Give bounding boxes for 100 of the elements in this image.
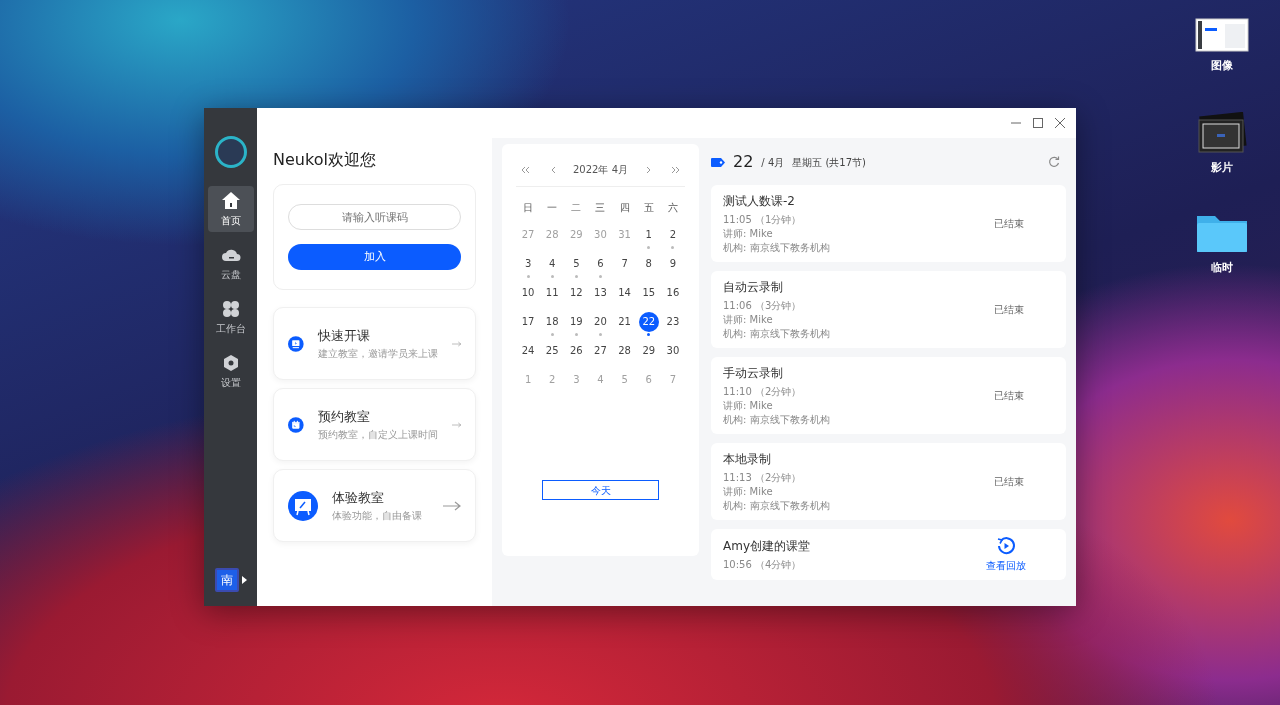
sidebar-item[interactable]: 首页 [207, 186, 254, 232]
tag-icon [711, 157, 725, 167]
action-title: 快速开课 [317, 327, 371, 346]
sidebar-item[interactable]: 云盘 [207, 240, 254, 286]
lesson-status: 已结束 [994, 217, 1024, 231]
lesson-organization: 机构: 南京线下教务机构 [723, 499, 830, 513]
lesson-teacher: 讲师: Mike [723, 485, 774, 499]
lesson-teacher: 讲师: Mike [723, 227, 774, 241]
lesson-title: Amy创建的课堂 [723, 538, 810, 555]
calendar-day[interactable]: 29 [638, 341, 659, 361]
calendar-day[interactable]: 10 [518, 283, 539, 303]
calendar-day[interactable]: 18 [542, 312, 563, 332]
desktop-icon-label[interactable]: 影片 [1211, 160, 1233, 177]
schedule-weekday-summary: 星期五 (共17节) [792, 155, 866, 170]
calendar-day[interactable]: 17 [518, 312, 539, 332]
lesson-organization: 机构: 南京线下教务机构 [723, 413, 830, 427]
lesson-status: 已结束 [994, 303, 1024, 317]
lesson-status: 已结束 [994, 389, 1024, 403]
calendar-day[interactable]: 28 [614, 341, 635, 361]
weekday-label: 日 [522, 201, 535, 215]
weekday-label: 三 [594, 201, 607, 215]
lesson-title: 手动云录制 [723, 365, 784, 382]
replay-icon [996, 536, 1016, 556]
refresh-icon[interactable] [1048, 156, 1060, 168]
welcome-title: Neukol欢迎您 [273, 150, 377, 170]
calendar-day[interactable]: 12 [566, 283, 587, 303]
calendar-day[interactable]: 13 [590, 283, 611, 303]
double-chevron-icon [671, 164, 681, 175]
calendar-day[interactable]: 2 [662, 225, 683, 245]
calendar-day[interactable]: 27 [590, 341, 611, 361]
lesson-card[interactable]: 手动云录制 11:10 （2分钟） 讲师: Mike 机构: 南京线下教务机构 已结束 [711, 357, 1066, 434]
lesson-title: 自动云录制 [723, 279, 784, 296]
lesson-status: 已结束 [994, 475, 1024, 489]
calendar-day[interactable]: 23 [662, 312, 683, 332]
calendar-day[interactable]: 9 [662, 254, 683, 274]
home-icon [220, 190, 241, 211]
close-icon[interactable] [1054, 117, 1066, 129]
lesson-time: 11:13 （2分钟） [723, 471, 803, 485]
arrow-right-icon [443, 500, 461, 511]
lesson-teacher: 讲师: Mike [723, 313, 774, 327]
action-card[interactable]: 预约教室 预约教室，自定义上课时间 [273, 388, 476, 462]
lesson-title: 本地录制 [723, 451, 772, 468]
screenshot-thumbnail-icon [1195, 18, 1249, 52]
action-card[interactable]: 快速开课 建立教室，邀请学员来上课 [273, 307, 476, 381]
schedule-day: 22 [733, 150, 754, 174]
calendar-month-label: 2022年 4月 [573, 162, 628, 177]
calendar-day[interactable]: 3 [518, 254, 539, 274]
weekday-label: 四 [618, 201, 631, 215]
weekday-label: 五 [642, 201, 655, 215]
calendar-day[interactable]: 24 [518, 341, 539, 361]
calendar-day[interactable]: 30 [662, 341, 683, 361]
action-description: 建立教室，邀请学员来上课 [317, 346, 438, 361]
calendar-day[interactable]: 20 [590, 312, 611, 332]
calendar-day[interactable]: 14 [614, 283, 635, 303]
action-description: 预约教室，自定义上课时间 [317, 427, 438, 442]
calendar-day[interactable]: 19 [566, 312, 587, 332]
class-code-field[interactable]: 请输入听课码 [288, 204, 461, 231]
lesson-time: 10:56 （4分钟） [723, 558, 803, 572]
calendar-day[interactable]: 15 [638, 283, 659, 303]
calendar-day[interactable]: 22 [638, 312, 659, 332]
lesson-card[interactable]: 本地录制 11:13 （2分钟） 讲师: Mike 机构: 南京线下教务机构 已结束 [711, 443, 1066, 520]
calendar-day[interactable]: 6 [590, 254, 611, 274]
calendar-day[interactable]: 21 [614, 312, 635, 332]
desktop-icon-label[interactable]: 临时 [1211, 260, 1233, 277]
caret-icon [241, 576, 247, 584]
lesson-card[interactable]: 自动云录制 11:06 （3分钟） 讲师: Mike 机构: 南京线下教务机构 已结束 [711, 271, 1066, 348]
calendar-day[interactable]: 1 [638, 225, 659, 245]
calendar-day[interactable]: 4 [542, 254, 563, 274]
double-chevron-icon [520, 164, 530, 175]
weekday-label: 二 [570, 201, 583, 215]
calendar-day[interactable]: 26 [566, 341, 587, 361]
calendar-day[interactable]: 11 [542, 283, 563, 303]
action-card[interactable]: 体验教室 体验功能，自由备课 [273, 469, 476, 543]
lesson-card[interactable]: 测试人数课-2 11:05 （1分钟） 讲师: Mike 机构: 南京线下教务机构 已结束 [711, 185, 1066, 262]
lesson-card[interactable]: Amy创建的课堂 10:56 （4分钟） 查看回放 [711, 529, 1066, 580]
lesson-time: 11:06 （3分钟） [723, 299, 803, 313]
weekday-label: 六 [666, 201, 679, 215]
action-title: 体验教室 [332, 489, 385, 508]
action-title: 预约教室 [317, 408, 371, 427]
lesson-teacher: 讲师: Mike [723, 399, 774, 413]
today-button[interactable]: 今天 [542, 480, 659, 500]
organization-switcher[interactable]: 南 [214, 568, 239, 592]
lesson-organization: 机构: 南京线下教务机构 [723, 327, 830, 341]
desktop-icon-label[interactable]: 图像 [1211, 58, 1233, 75]
calendar-day[interactable]: 5 [566, 254, 587, 274]
lesson-organization: 机构: 南京线下教务机构 [723, 241, 830, 255]
calendar-day[interactable]: 7 [614, 254, 635, 274]
sidebar-item[interactable]: 设置 [207, 348, 254, 394]
lesson-time: 11:05 （1分钟） [723, 213, 803, 227]
easel-icon [288, 490, 318, 521]
calendar-day[interactable]: 25 [542, 341, 563, 361]
calendar-day[interactable]: 16 [662, 283, 683, 303]
sidebar-item[interactable]: 工作台 [207, 294, 254, 340]
maximize-icon[interactable] [1032, 117, 1044, 129]
lesson-time: 11:10 （2分钟） [723, 385, 803, 399]
calendar-day[interactable]: 8 [638, 254, 659, 274]
grid-icon [220, 298, 241, 319]
join-button[interactable]: 加入 [288, 244, 461, 271]
replay-button[interactable]: 查看回放 [986, 536, 1026, 573]
avatar[interactable] [214, 136, 247, 168]
